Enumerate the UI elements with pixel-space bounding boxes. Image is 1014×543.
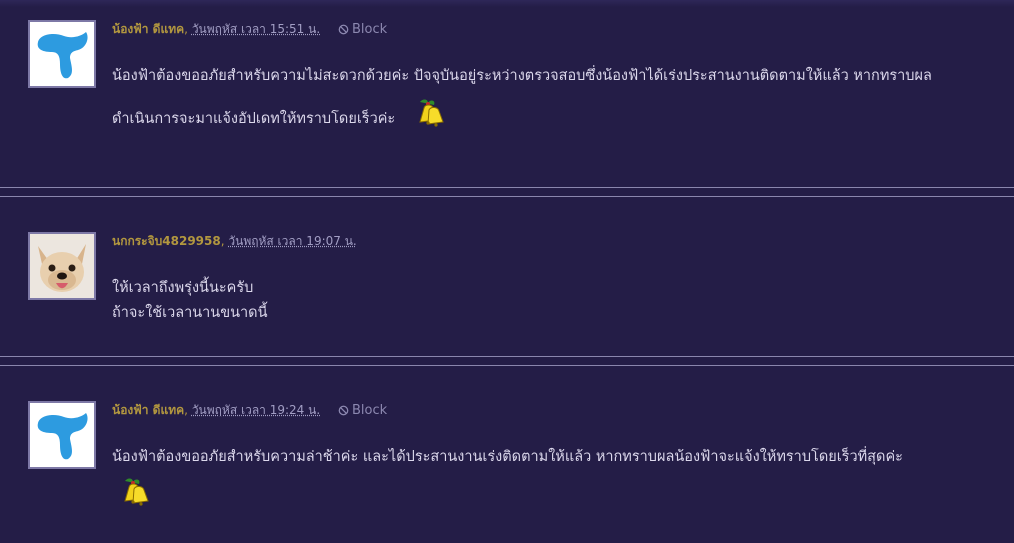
author-name[interactable]: น้องฟ้า ดีแทค — [112, 22, 184, 36]
bell-icon — [419, 99, 444, 127]
ban-icon — [338, 24, 349, 35]
comment-meta: น้องฟ้า ดีแทค, วันพฤหัส เวลา 15:51 น. Bl… — [112, 20, 387, 39]
comment-line: ถ้าจะใช้เวลานานขนาดนี้ — [112, 305, 268, 321]
top-border — [0, 0, 1014, 7]
comment-meta: นกกระจิบ4829958, วันพฤหัส เวลา 19:07 น. — [112, 232, 357, 251]
comment-divider — [0, 356, 1014, 366]
dtac-logo-icon[interactable] — [28, 401, 96, 469]
ban-icon — [338, 405, 349, 416]
meta-separator: , — [184, 22, 188, 36]
comment-line: น้องฟ้าต้องขออภัยสำหรับความไม่สะดวกด้วยค… — [112, 68, 932, 84]
block-label: Block — [351, 22, 388, 37]
meta-separator: , — [184, 403, 188, 417]
author-name[interactable]: นกกระจิบ4829958 — [112, 234, 221, 248]
block-label: Block — [351, 403, 388, 418]
comment-meta: น้องฟ้า ดีแทค, วันพฤหัส เวลา 19:24 น. Bl… — [112, 401, 387, 420]
comment-line: ให้เวลาถึงพรุ่งนี้นะครับ — [112, 280, 254, 296]
meta-separator: , — [220, 234, 225, 248]
post-date[interactable]: วันพฤหัส เวลา 19:07 น. — [228, 234, 356, 248]
comment-line: น้องฟ้าต้องขออภัยสำหรับความล่าช้าค่ะ และ… — [112, 449, 903, 465]
comment-line: ดำเนินการจะมาแจ้งอัปเดทให้ทราบโดยเร็วค่ะ — [112, 111, 396, 127]
post-date[interactable]: วันพฤหัส เวลา 15:51 น. — [192, 22, 320, 36]
block-button[interactable]: Block — [338, 403, 387, 418]
comment-thread: น้องฟ้า ดีแทค, วันพฤหัส เวลา 15:51 น. Bl… — [0, 0, 1014, 543]
bell-icon — [124, 478, 149, 506]
post-date[interactable]: วันพฤหัส เวลา 19:24 น. — [192, 403, 320, 417]
dtac-logo-icon[interactable] — [28, 20, 96, 88]
comment-divider — [0, 187, 1014, 197]
author-name[interactable]: น้องฟ้า ดีแทค — [112, 403, 184, 417]
french-bulldog-avatar-icon[interactable] — [28, 232, 96, 300]
block-button[interactable]: Block — [338, 22, 387, 37]
